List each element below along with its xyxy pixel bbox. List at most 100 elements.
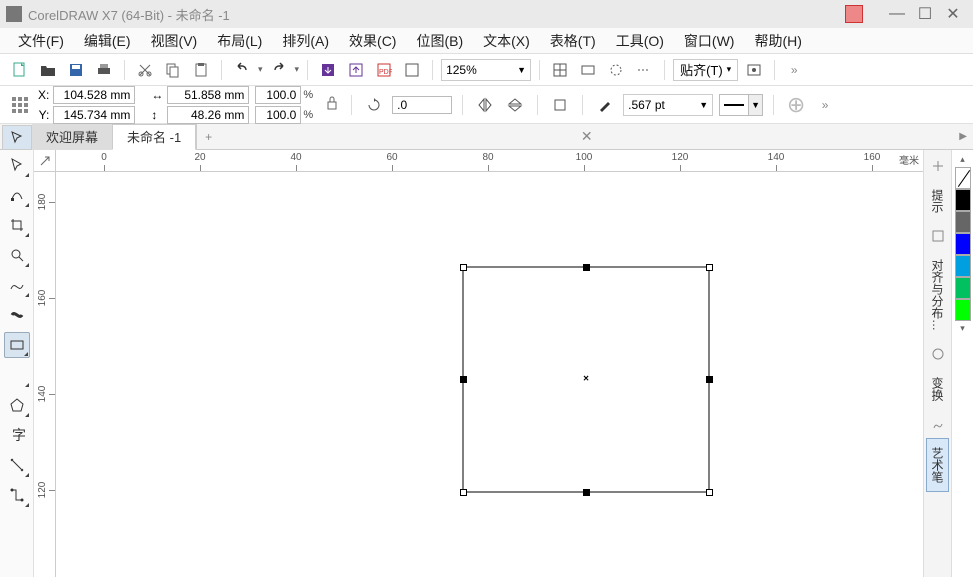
- publish-pdf-button[interactable]: PDF: [372, 58, 396, 82]
- copy-button[interactable]: [161, 58, 185, 82]
- menu-window[interactable]: 窗口(W): [674, 27, 745, 55]
- overflow-button[interactable]: »: [783, 58, 807, 82]
- redo-button[interactable]: [267, 58, 291, 82]
- mirror-v-button[interactable]: [503, 93, 527, 117]
- menu-help[interactable]: 帮助(H): [744, 27, 811, 55]
- horizontal-ruler[interactable]: 毫米 020406080100120140160: [56, 150, 923, 172]
- text-tool[interactable]: 字: [4, 422, 30, 448]
- connector-tool[interactable]: [4, 482, 30, 508]
- overflow-button-2[interactable]: »: [814, 93, 838, 117]
- freehand-tool[interactable]: [4, 272, 30, 298]
- docker-align[interactable]: 对齐与分布…: [926, 250, 949, 340]
- fullscreen-button[interactable]: [400, 58, 424, 82]
- close-pane-button[interactable]: ✕: [575, 128, 599, 145]
- docker-icon-3[interactable]: [926, 342, 950, 366]
- rectangle-tool[interactable]: [4, 332, 30, 358]
- menu-text[interactable]: 文本(X): [473, 27, 540, 55]
- expand-pane-button[interactable]: ▶: [953, 131, 973, 142]
- docker-icon-2[interactable]: [926, 224, 950, 248]
- undo-button[interactable]: [230, 58, 254, 82]
- swatch-none[interactable]: [955, 167, 971, 189]
- outline-width-select[interactable]: .567 pt ▼: [623, 94, 713, 116]
- ruler-origin[interactable]: [34, 150, 56, 172]
- selection-center[interactable]: ×: [583, 374, 589, 385]
- docker-hints[interactable]: 提示: [926, 180, 949, 222]
- close-button[interactable]: ✕: [939, 4, 967, 24]
- vertical-ruler[interactable]: 180160140120: [34, 172, 56, 577]
- shape-tool[interactable]: [4, 182, 30, 208]
- menu-view[interactable]: 视图(V): [141, 27, 208, 55]
- new-button[interactable]: [8, 58, 32, 82]
- docker-icon-1[interactable]: [926, 154, 950, 178]
- add-node-button[interactable]: ⊕: [784, 93, 808, 117]
- paste-button[interactable]: [189, 58, 213, 82]
- snap-to-dropdown[interactable]: 贴齐(T) ▾: [673, 59, 738, 81]
- tab-document[interactable]: 未命名 -1: [112, 124, 196, 150]
- selection-handle[interactable]: [460, 264, 467, 271]
- y-position-input[interactable]: [53, 106, 135, 124]
- scale-y-input[interactable]: [255, 106, 301, 124]
- docker-transform[interactable]: 变换: [926, 368, 949, 410]
- print-button[interactable]: [92, 58, 116, 82]
- artistic-media-tool[interactable]: [4, 302, 30, 328]
- scale-x-input[interactable]: [255, 86, 301, 104]
- selection-handle[interactable]: [460, 489, 467, 496]
- selection-handle[interactable]: [583, 264, 590, 271]
- snap-button-2[interactable]: [576, 58, 600, 82]
- rotation-input[interactable]: [392, 96, 452, 114]
- dimension-tool[interactable]: [4, 452, 30, 478]
- selection-handle[interactable]: [583, 489, 590, 496]
- color-swatch[interactable]: [955, 277, 971, 299]
- palette-up-button[interactable]: ▴: [958, 152, 967, 167]
- ellipse-tool[interactable]: [4, 362, 30, 388]
- save-button[interactable]: [64, 58, 88, 82]
- selection-handle[interactable]: [460, 376, 467, 383]
- menu-file[interactable]: 文件(F): [8, 27, 74, 55]
- zoom-tool[interactable]: [4, 242, 30, 268]
- snap-button-1[interactable]: [548, 58, 572, 82]
- height-input[interactable]: [167, 106, 249, 124]
- polygon-tool[interactable]: [4, 392, 30, 418]
- color-swatch[interactable]: [955, 299, 971, 321]
- color-swatch[interactable]: [955, 189, 971, 211]
- docker-artistic-brush[interactable]: 艺术笔: [926, 438, 949, 492]
- maximize-button[interactable]: ☐: [911, 4, 939, 24]
- export-button[interactable]: [344, 58, 368, 82]
- options-button[interactable]: [742, 58, 766, 82]
- menu-table[interactable]: 表格(T): [540, 27, 606, 55]
- selection-handle[interactable]: [706, 376, 713, 383]
- menu-layout[interactable]: 布局(L): [207, 27, 272, 55]
- x-position-input[interactable]: [53, 86, 135, 104]
- zoom-level-select[interactable]: 125% ▼: [441, 59, 531, 81]
- color-swatch[interactable]: [955, 233, 971, 255]
- tab-welcome[interactable]: 欢迎屏幕: [32, 124, 112, 150]
- selection-handle[interactable]: [706, 264, 713, 271]
- snap-button-3[interactable]: [604, 58, 628, 82]
- color-swatch[interactable]: [955, 211, 971, 233]
- menu-arrange[interactable]: 排列(A): [272, 27, 339, 55]
- import-button[interactable]: [316, 58, 340, 82]
- pick-tool-small[interactable]: [2, 125, 32, 149]
- menu-tools[interactable]: 工具(O): [606, 27, 674, 55]
- crop-tool[interactable]: [4, 212, 30, 238]
- cut-button[interactable]: [133, 58, 157, 82]
- open-button[interactable]: [36, 58, 60, 82]
- user-badge-icon[interactable]: [845, 5, 863, 23]
- menu-bitmaps[interactable]: 位图(B): [406, 27, 473, 55]
- outline-style-select[interactable]: ▼: [719, 94, 763, 116]
- menu-effects[interactable]: 效果(C): [339, 27, 406, 55]
- snap-button-4[interactable]: [632, 58, 656, 82]
- suppress-fill-button[interactable]: [548, 93, 572, 117]
- docker-icon-4[interactable]: [926, 412, 950, 436]
- selection-handle[interactable]: [706, 489, 713, 496]
- menu-edit[interactable]: 编辑(E): [74, 27, 141, 55]
- add-tab-button[interactable]: +: [196, 124, 220, 149]
- pick-tool[interactable]: [4, 152, 30, 178]
- drawing-canvas[interactable]: ×: [56, 172, 923, 577]
- mirror-h-button[interactable]: [473, 93, 497, 117]
- lock-ratio-button[interactable]: [323, 90, 341, 120]
- minimize-button[interactable]: —: [883, 4, 911, 24]
- palette-down-button[interactable]: ▾: [958, 321, 967, 336]
- width-input[interactable]: [167, 86, 249, 104]
- color-swatch[interactable]: [955, 255, 971, 277]
